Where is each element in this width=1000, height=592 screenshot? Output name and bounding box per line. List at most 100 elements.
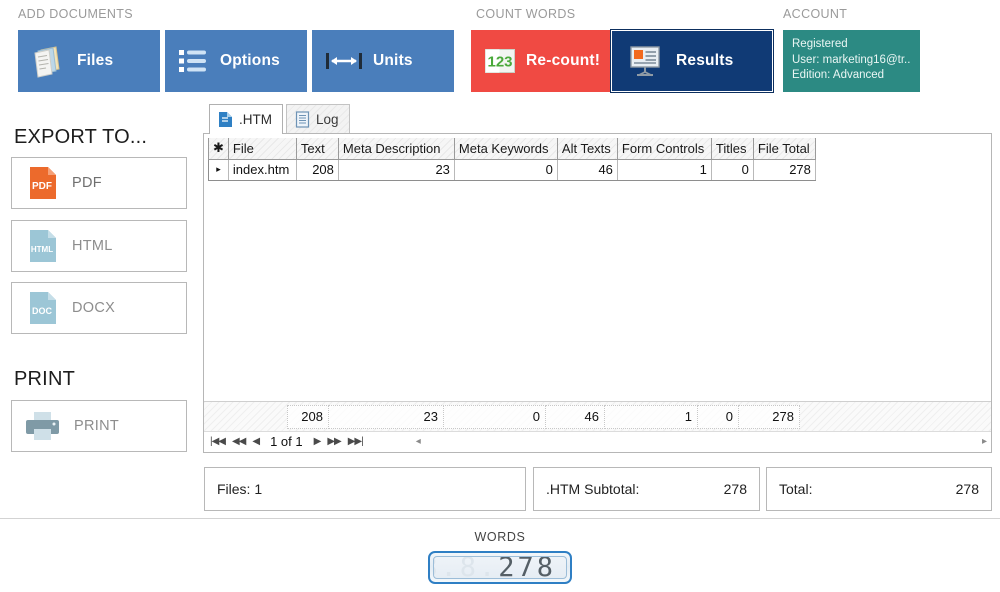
print-button[interactable]: PRINT bbox=[11, 400, 187, 452]
export-to-title: EXPORT TO... bbox=[14, 126, 148, 148]
options-button-label: Options bbox=[220, 52, 280, 69]
summary-total-box: Total: 278 bbox=[766, 467, 992, 511]
svg-text:DOC: DOC bbox=[32, 306, 53, 316]
pager-prev-page-button[interactable]: ◀◀ bbox=[232, 436, 246, 447]
export-html-button[interactable]: HTML HTML bbox=[11, 220, 187, 272]
word-count-display: 8.8.8.8.8.278 bbox=[428, 551, 572, 584]
log-document-icon bbox=[295, 111, 310, 128]
export-pdf-button[interactable]: PDF PDF bbox=[11, 157, 187, 209]
row-indicator: ▸ bbox=[208, 158, 229, 181]
aggregate-titles: 0 bbox=[697, 404, 739, 429]
svg-text:HTML: HTML bbox=[31, 245, 53, 254]
cell-form-controls: 1 bbox=[617, 158, 712, 181]
words-caption: WORDS bbox=[474, 530, 526, 544]
cell-file: index.htm bbox=[228, 158, 297, 181]
print-title: PRINT bbox=[14, 368, 75, 390]
aggregate-text: 208 bbox=[287, 404, 329, 429]
pager-next-button[interactable]: ▶ bbox=[314, 436, 322, 447]
column-header-alt-texts[interactable]: Alt Texts bbox=[557, 138, 618, 160]
export-docx-button[interactable]: DOC DOCX bbox=[11, 282, 187, 334]
results-grid-panel: ✱ File Text Meta Description Meta Keywor… bbox=[203, 133, 992, 453]
files-button-label: Files bbox=[77, 52, 114, 69]
word-count-display-inner: 8.8.8.8.8.278 bbox=[433, 556, 567, 579]
summary-total-label: Total: bbox=[779, 481, 813, 497]
row-selector-header: ✱ bbox=[208, 138, 229, 160]
cell-meta-keywords: 0 bbox=[454, 158, 558, 181]
options-button[interactable]: Options bbox=[165, 30, 307, 92]
pager-prev-button[interactable]: ◀ bbox=[252, 436, 260, 447]
pdf-file-icon: PDF bbox=[28, 166, 58, 200]
doc-file-icon: DOC bbox=[28, 291, 58, 325]
summary-subtotal-value: 278 bbox=[723, 481, 747, 497]
column-header-file[interactable]: File bbox=[228, 138, 297, 160]
pager-scroll-right-indicator[interactable]: ▸ bbox=[982, 436, 987, 447]
results-button-label: Results bbox=[676, 52, 734, 69]
account-user: User: marketing16@tr... bbox=[792, 53, 911, 66]
pager-next-page-button[interactable]: ▶▶ bbox=[327, 436, 341, 447]
summary-files-label: Files: 1 bbox=[217, 481, 263, 497]
cell-titles: 0 bbox=[711, 158, 754, 181]
section-caption-count-words: COUNT WORDS bbox=[476, 7, 576, 21]
horizontal-arrow-icon bbox=[326, 49, 362, 73]
aggregate-meta-keywords: 0 bbox=[443, 404, 546, 429]
cell-text: 208 bbox=[296, 158, 339, 181]
summary-subtotal-label: .HTM Subtotal: bbox=[546, 481, 640, 497]
aggregate-spacer bbox=[204, 402, 288, 432]
table-header-row: ✱ File Text Meta Description Meta Keywor… bbox=[208, 138, 816, 160]
column-header-text[interactable]: Text bbox=[296, 138, 339, 160]
aggregate-form-controls: 1 bbox=[604, 404, 698, 429]
cell-alt-texts: 46 bbox=[557, 158, 618, 181]
pager-position: 1 of 1 bbox=[270, 434, 303, 449]
export-docx-label: DOCX bbox=[72, 300, 116, 316]
aggregate-file-total: 278 bbox=[738, 404, 800, 429]
tab-htm[interactable]: .HTM bbox=[209, 104, 283, 134]
files-button[interactable]: Files bbox=[18, 30, 160, 92]
aggregate-alt-texts: 46 bbox=[545, 404, 605, 429]
footer-divider bbox=[0, 518, 1000, 519]
print-button-label: PRINT bbox=[74, 418, 119, 434]
column-header-form-controls[interactable]: Form Controls bbox=[617, 138, 712, 160]
pager-first-button[interactable]: |◀◀ bbox=[210, 436, 226, 447]
123-icon: 123 bbox=[485, 49, 515, 73]
word-count-ghost-digits: 8.8.8.8.8. bbox=[434, 556, 499, 579]
cell-meta-description: 23 bbox=[338, 158, 455, 181]
recount-button[interactable]: 123 Re-count! bbox=[471, 30, 617, 92]
account-status: Registered bbox=[792, 38, 848, 50]
export-pdf-label: PDF bbox=[72, 175, 102, 191]
svg-text:PDF: PDF bbox=[32, 181, 52, 192]
aggregate-row: 208 23 0 46 1 0 278 bbox=[204, 401, 991, 431]
units-button[interactable]: Units bbox=[312, 30, 454, 92]
units-button-label: Units bbox=[373, 52, 413, 69]
pager-last-button[interactable]: ▶▶| bbox=[348, 436, 364, 447]
account-box[interactable]: Registered User: marketing16@tr... Editi… bbox=[783, 30, 920, 92]
recount-button-label: Re-count! bbox=[526, 52, 601, 69]
html-file-icon: HTML bbox=[28, 229, 58, 263]
summary-subtotal-box: .HTM Subtotal: 278 bbox=[533, 467, 760, 511]
column-header-meta-description[interactable]: Meta Description bbox=[338, 138, 455, 160]
results-button[interactable]: Results bbox=[610, 29, 774, 93]
tab-log-label: Log bbox=[316, 112, 339, 127]
section-caption-account: ACCOUNT bbox=[783, 7, 848, 21]
section-caption-add-documents: ADD DOCUMENTS bbox=[18, 7, 133, 21]
cell-file-total: 278 bbox=[753, 158, 816, 181]
presentation-board-icon bbox=[628, 44, 662, 78]
word-count-value: 278 bbox=[498, 556, 556, 579]
results-table: ✱ File Text Meta Description Meta Keywor… bbox=[208, 138, 816, 181]
results-tabstrip: .HTM Log bbox=[209, 104, 350, 134]
table-row[interactable]: ▸ index.htm 208 23 0 46 1 0 278 bbox=[208, 158, 816, 181]
summary-files-box: Files: 1 bbox=[204, 467, 526, 511]
grid-pager: |◀◀ ◀◀ ◀ 1 of 1 ▶ ▶▶ ▶▶| ◂ ▸ bbox=[204, 431, 991, 451]
bullet-list-icon bbox=[179, 48, 207, 74]
export-html-label: HTML bbox=[72, 238, 113, 254]
aggregate-meta-description: 23 bbox=[328, 404, 444, 429]
summary-total-value: 278 bbox=[955, 481, 979, 497]
column-header-titles[interactable]: Titles bbox=[711, 138, 754, 160]
column-header-meta-keywords[interactable]: Meta Keywords bbox=[454, 138, 558, 160]
account-edition: Edition: Advanced bbox=[792, 69, 885, 81]
pager-scroll-left-indicator[interactable]: ◂ bbox=[416, 436, 421, 447]
column-header-file-total[interactable]: File Total bbox=[753, 138, 816, 160]
documents-icon bbox=[32, 44, 64, 78]
printer-icon bbox=[26, 411, 60, 441]
tab-log[interactable]: Log bbox=[286, 104, 350, 134]
svg-text:123: 123 bbox=[487, 54, 512, 71]
